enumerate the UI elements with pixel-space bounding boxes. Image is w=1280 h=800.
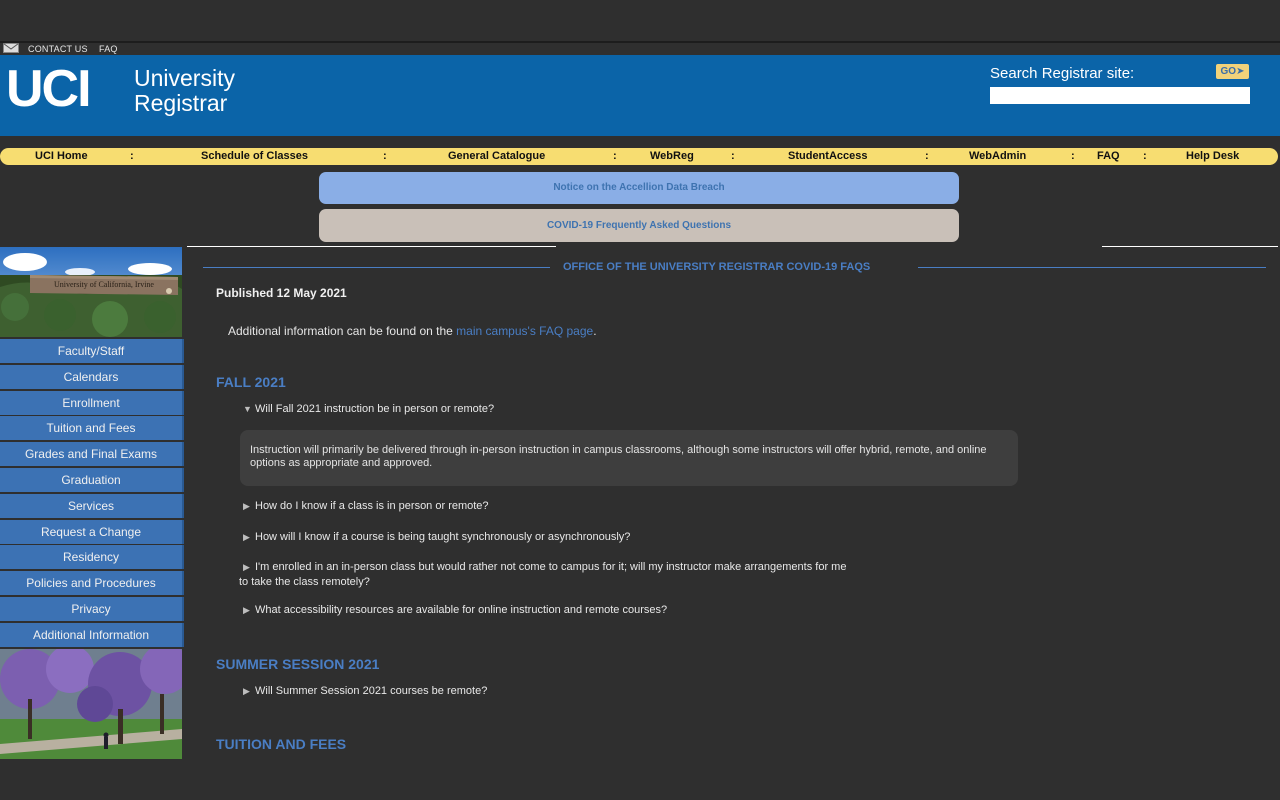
sidebar-item-request-a-change[interactable]: Request a Change — [0, 519, 184, 544]
faq-question-fall-q5[interactable]: ▶ What accessibility resources are availa… — [243, 603, 667, 618]
question-text: What accessibility resources are availab… — [255, 604, 668, 616]
question-text: I'm enrolled in an in-person class but w… — [255, 561, 847, 573]
sidebar-item-policies-and-procedures[interactable]: Policies and Procedures — [0, 571, 184, 596]
faq-question-fall-q2[interactable]: ▶ How do I know if a class is in person o… — [243, 499, 489, 514]
addinfo-suffix: . — [593, 324, 597, 338]
covid-faq-button[interactable]: COVID-19 Frequently Asked Questions — [319, 209, 959, 242]
nav-separator: : — [1071, 150, 1075, 162]
triangle-right-icon: ▶ — [243, 605, 250, 615]
faq-question-fall-q3[interactable]: ▶ How will I know if a course is being ta… — [243, 530, 630, 545]
nav-schedule-of-classes[interactable]: Schedule of Classes — [201, 150, 308, 162]
divider-right — [1102, 246, 1278, 247]
sidebar-item-additional-information[interactable]: Additional Information — [0, 622, 184, 647]
sidebar-item-enrollment[interactable]: Enrollment — [0, 390, 184, 415]
arrow-right-icon: ➤ — [1236, 66, 1245, 77]
heading-rule-right — [918, 267, 1266, 268]
question-text: How will I know if a course is being tau… — [255, 531, 631, 543]
additional-info-text: Additional information can be found on t… — [228, 324, 597, 338]
nav-webadmin[interactable]: WebAdmin — [969, 150, 1026, 162]
sidebar-item-grades-and-final-exams[interactable]: Grades and Final Exams — [0, 442, 184, 467]
nav-uci-home[interactable]: UCI Home — [35, 150, 88, 162]
nav-separator: : — [613, 150, 617, 162]
triangle-down-icon: ▼ — [243, 404, 252, 414]
faq-question-fall-q4[interactable]: ▶ I'm enrolled in an in-person class but … — [239, 560, 846, 590]
go-button[interactable]: GO➤ — [1216, 64, 1249, 79]
triangle-right-icon: ▶ — [243, 501, 250, 511]
nav-faq[interactable]: FAQ — [1097, 150, 1120, 162]
page-title: OFFICE OF THE UNIVERSITY REGISTRAR COVID… — [563, 261, 871, 273]
nav-separator: : — [925, 150, 929, 162]
triangle-right-icon: ▶ — [243, 686, 250, 696]
nav-separator: : — [383, 150, 387, 162]
sidebar-item-calendars[interactable]: Calendars — [0, 364, 184, 389]
faq-question-summer-q1[interactable]: ▶ Will Summer Session 2021 courses be rem… — [243, 684, 487, 699]
uci-logo[interactable]: UCI — [6, 63, 92, 115]
question-text: Will Summer Session 2021 courses be remo… — [255, 685, 488, 697]
divider-left — [187, 246, 556, 247]
summer-session-2021-heading: SUMMER SESSION 2021 — [216, 656, 380, 672]
sidebar-menu: Faculty/Staff Calendars Enrollment Tuiti… — [0, 339, 185, 649]
accellion-notice-button[interactable]: Notice on the Accellion Data Breach — [319, 172, 959, 204]
triangle-right-icon: ▶ — [243, 562, 250, 572]
faq-question-fall-q1[interactable]: ▼ Will Fall 2021 instruction be in person… — [243, 402, 494, 417]
q4-line2: to take the class remotely? — [239, 576, 370, 588]
main-campus-faq-link[interactable]: main campus's FAQ page — [456, 324, 593, 338]
logo-line-registrar: Registrar — [134, 90, 228, 116]
addinfo-prefix: Additional information can be found on t… — [228, 324, 457, 338]
sidebar-item-graduation[interactable]: Graduation — [0, 467, 184, 492]
sidebar-item-faculty-staff[interactable]: Faculty/Staff — [0, 339, 184, 363]
sidebar-item-residency[interactable]: Residency — [0, 545, 184, 570]
utility-bar: CONTACT US FAQ — [0, 43, 1280, 55]
header-banner: UCI University Registrar Search Registra… — [0, 55, 1280, 136]
question-text: How do I know if a class is in person or… — [255, 500, 489, 512]
nav-help-desk[interactable]: Help Desk — [1186, 150, 1239, 162]
nav-studentaccess[interactable]: StudentAccess — [788, 150, 867, 162]
campus-sign-text: University of California, Irvine — [54, 280, 154, 289]
nav-general-catalogue[interactable]: General Catalogue — [448, 150, 545, 162]
mail-icon[interactable] — [3, 43, 19, 53]
nav-separator: : — [731, 150, 735, 162]
sidebar-item-privacy[interactable]: Privacy — [0, 596, 184, 621]
published-date: Published 12 May 2021 — [216, 286, 347, 300]
registrar-wordmark[interactable]: University Registrar — [134, 66, 235, 116]
nav-webreg[interactable]: WebReg — [650, 150, 694, 162]
q4-line1: ▶ I'm enrolled in an in-person class but … — [239, 561, 846, 573]
campus-sign-image: University of California, Irvine — [0, 247, 182, 337]
search-input[interactable] — [990, 87, 1250, 104]
contact-us-link[interactable]: CONTACT US — [28, 44, 88, 54]
faq-answer-fall-a1: Instruction will primarily be delivered … — [240, 430, 1018, 486]
triangle-right-icon: ▶ — [243, 532, 250, 542]
logo-line-university: University — [134, 65, 235, 91]
sidebar-item-services[interactable]: Services — [0, 493, 184, 518]
fall-2021-heading: FALL 2021 — [216, 374, 286, 390]
nav-separator: : — [1143, 150, 1147, 162]
main-navbar: UCI Home : Schedule of Classes : General… — [0, 148, 1278, 165]
question-text: Will Fall 2021 instruction be in person … — [255, 403, 495, 415]
heading-rule-left — [203, 267, 550, 268]
campus-jacaranda-image — [0, 649, 182, 759]
nav-separator: : — [130, 150, 134, 162]
go-label: GO — [1220, 66, 1237, 77]
sidebar-item-tuition-and-fees[interactable]: Tuition and Fees — [0, 416, 184, 441]
search-label: Search Registrar site: — [990, 65, 1135, 82]
utility-faq-link[interactable]: FAQ — [99, 44, 118, 54]
tuition-and-fees-heading: TUITION AND FEES — [216, 736, 347, 752]
